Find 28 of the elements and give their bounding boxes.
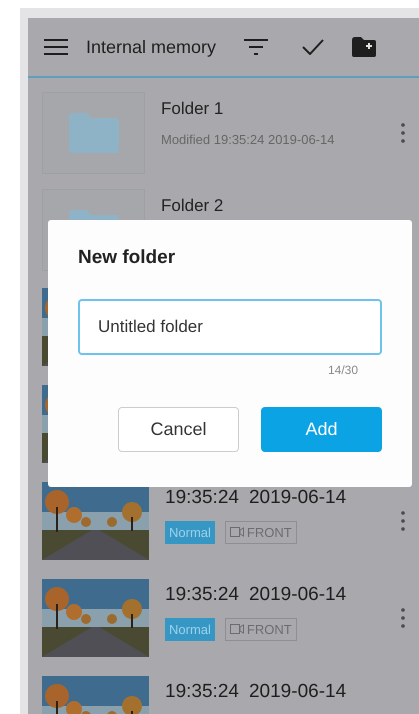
status-tag: Normal bbox=[165, 618, 215, 641]
app-title: Internal memory bbox=[86, 36, 216, 59]
video-time: 19:35:24 bbox=[165, 486, 239, 510]
new-folder-icon[interactable] bbox=[352, 37, 376, 57]
dialog-title: New folder bbox=[78, 246, 176, 270]
camera-label: FRONT bbox=[246, 524, 292, 542]
camera-icon bbox=[230, 624, 244, 634]
video-date: 2019-06-14 bbox=[248, 486, 346, 510]
more-icon[interactable] bbox=[401, 510, 405, 530]
status-tag: Normal bbox=[165, 520, 215, 544]
video-date: 2019-06-14 bbox=[248, 680, 346, 704]
filter-icon[interactable] bbox=[244, 39, 268, 55]
more-icon[interactable] bbox=[401, 122, 405, 142]
folder-name: Folder 2 bbox=[161, 195, 224, 217]
folder-name: Folder 1 bbox=[161, 98, 224, 120]
video-time: 19:35:24 bbox=[165, 583, 239, 607]
character-counter: 14/30 bbox=[328, 362, 358, 378]
camera-icon bbox=[230, 527, 244, 538]
video-time: 19:35:24 bbox=[165, 680, 239, 704]
cancel-button[interactable]: Cancel bbox=[118, 406, 239, 452]
modified-date: Modified 19:35:24 2019-06-14 bbox=[161, 130, 334, 148]
more-icon[interactable] bbox=[401, 608, 405, 628]
checkmark-icon[interactable] bbox=[302, 39, 324, 55]
video-date: 2019-06-14 bbox=[248, 583, 346, 607]
folder-name-field[interactable]: Untitled folder bbox=[78, 298, 382, 354]
camera-label: FRONT bbox=[246, 620, 292, 638]
folder-icon bbox=[68, 112, 118, 152]
menu-icon[interactable] bbox=[44, 38, 68, 56]
